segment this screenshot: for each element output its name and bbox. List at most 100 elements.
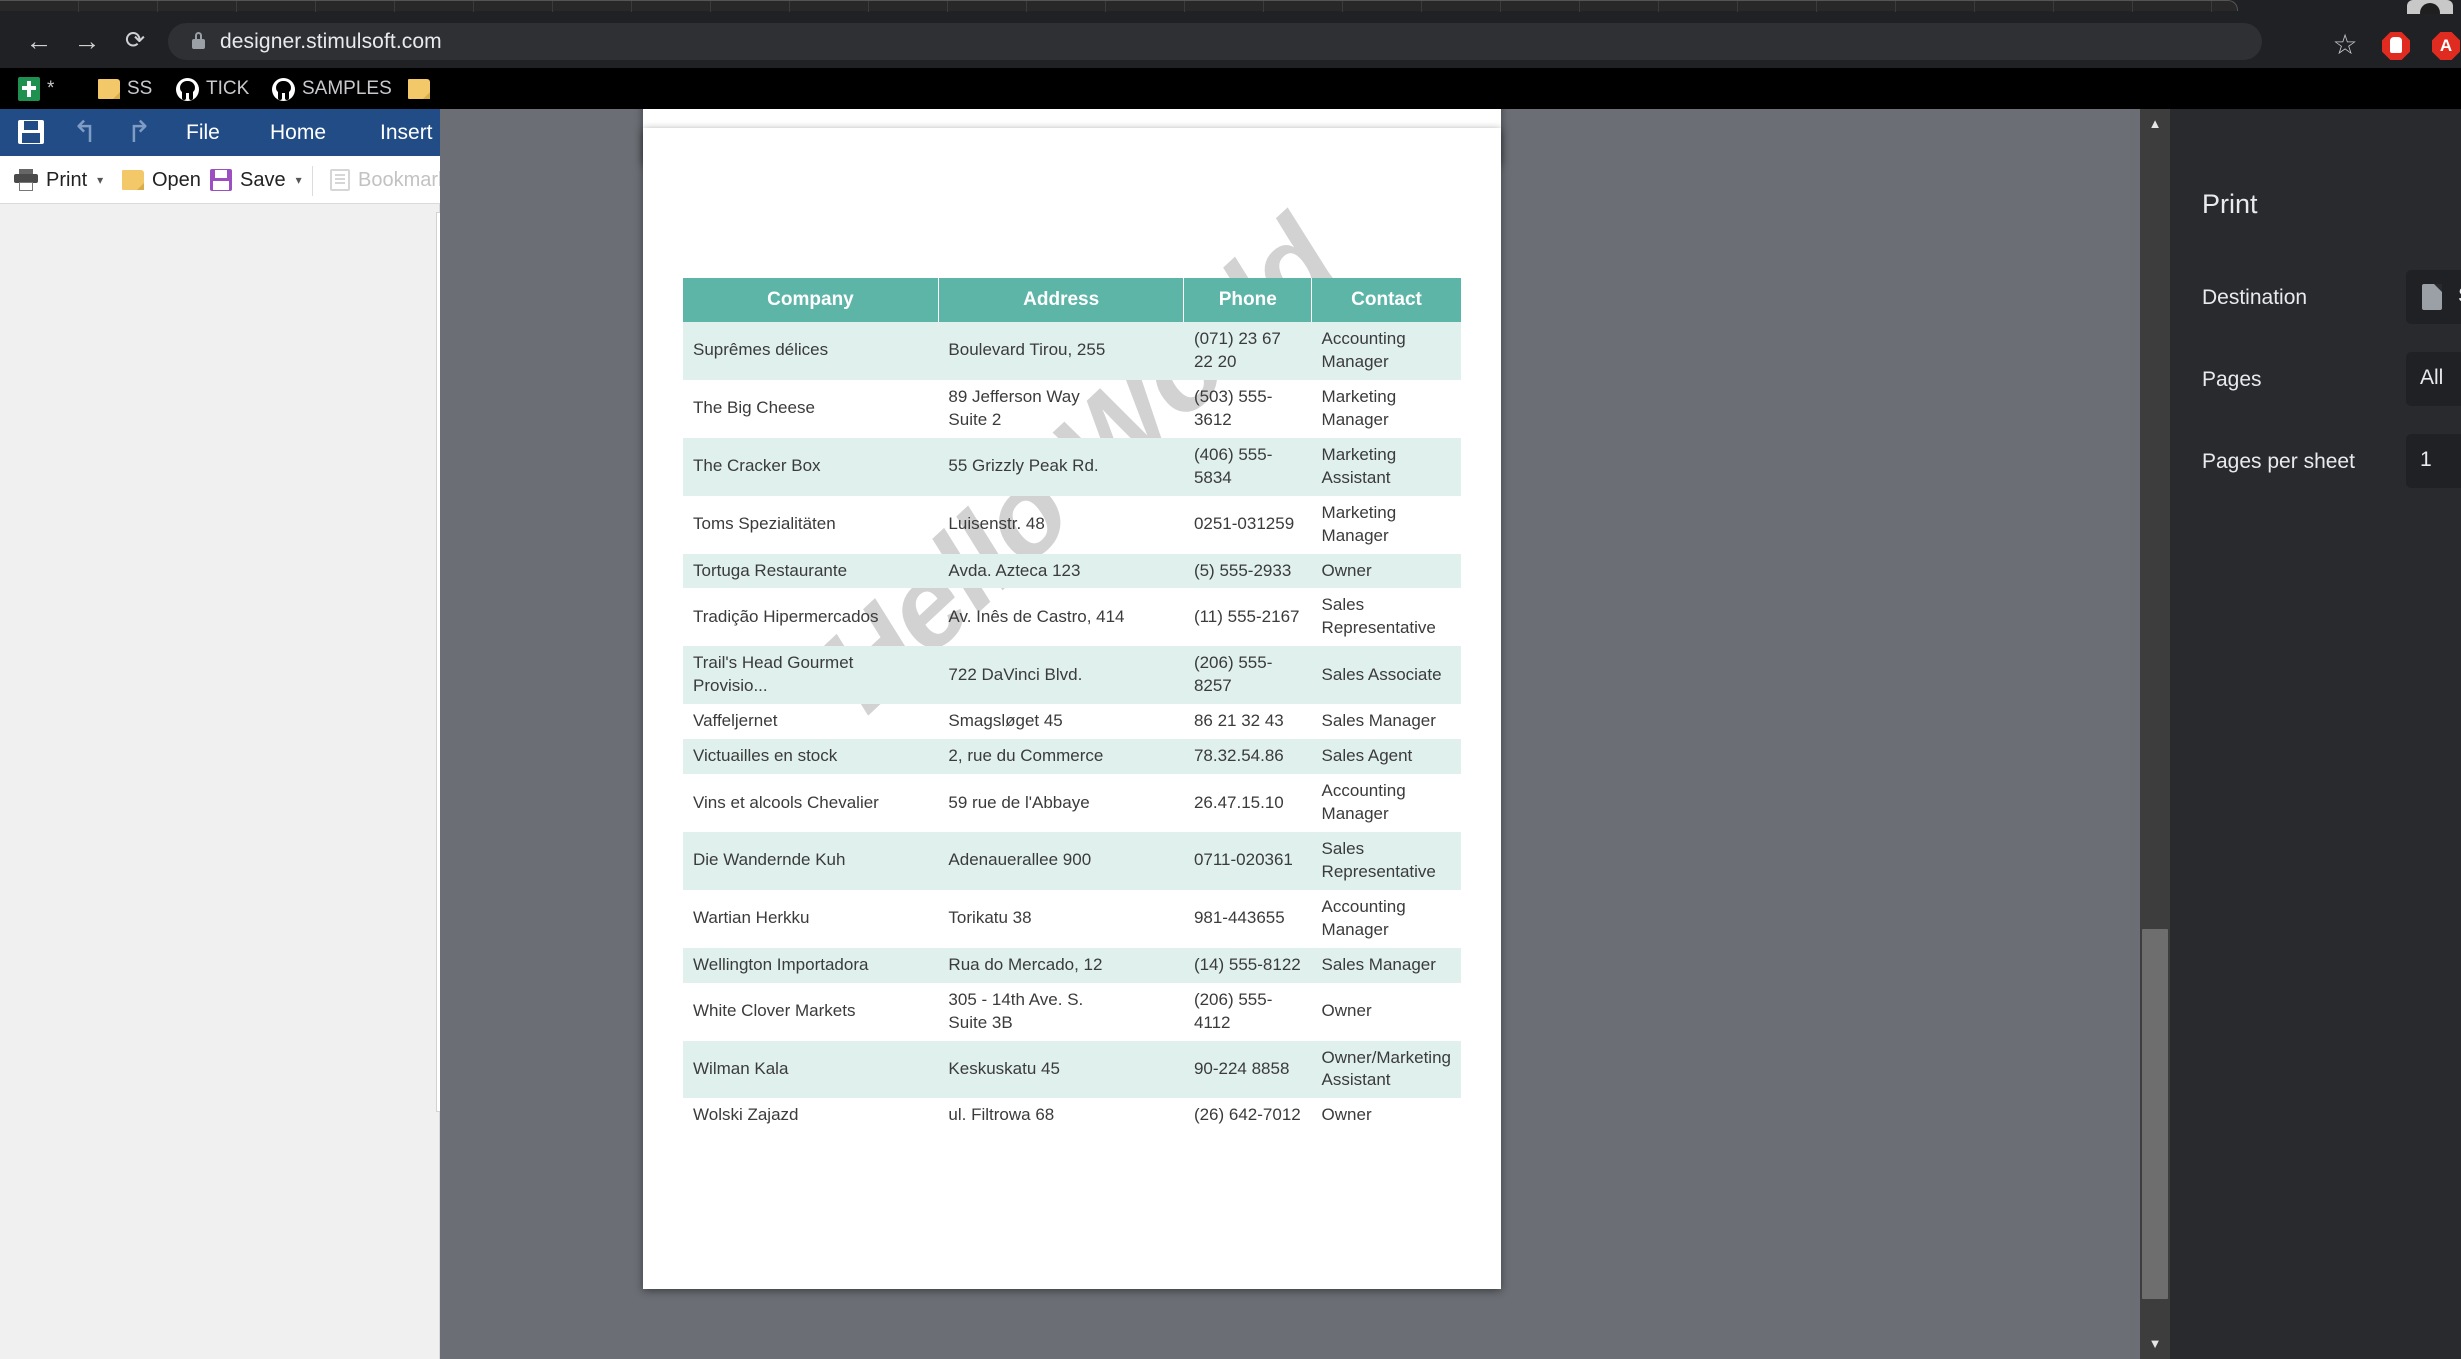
open-label: Open [152, 168, 201, 191]
table-cell: (206) 555-4112 [1193, 989, 1273, 1032]
table-cell: Sales Manager [1321, 711, 1436, 731]
table-cell: 305 - 14th Ave. S. Suite 3B [948, 989, 1084, 1032]
chevron-down-icon[interactable]: ▾ [97, 173, 103, 187]
table-cell: (11) 555-2167 [1193, 606, 1300, 626]
back-icon[interactable]: ← [22, 24, 56, 58]
folder-icon [408, 79, 430, 99]
table-cell: Avda. Azteca 123 [938, 553, 1184, 589]
table-cell: Owner [1321, 1001, 1372, 1021]
table-cell: (5) 555-2933 [1183, 553, 1312, 589]
pages-value: All [2420, 366, 2444, 389]
table-row: Wolski Zajazd ul. Filtrowa 68 (26) 642-701… [683, 1098, 1461, 1133]
table-row: The Cracker Box 55 Grizzly Peak Rd. (406) … [683, 437, 1461, 496]
browser-tab-strip[interactable] [0, 0, 2461, 23]
destination-row: Destination Save as PDF [2170, 270, 2461, 330]
table-cell: Luisenstr. 48 [948, 514, 1045, 534]
table-cell: Av. Inês de Castro, 414 [948, 606, 1125, 626]
table-row: Wilman Kala Keskuskatu 45 90-224 8858 Owner… [683, 1040, 1461, 1099]
bookmark-ss[interactable]: SS [98, 76, 152, 102]
scroll-up-icon[interactable]: ▲ [2140, 109, 2170, 139]
bookmark-label: TICK [206, 78, 250, 99]
pages-per-sheet-row: Pages per sheet 1 [2170, 434, 2461, 494]
table-cell: Sales Agent [1311, 739, 1461, 775]
redo-icon[interactable]: ↱ [126, 118, 152, 148]
chevron-down-icon[interactable]: ▾ [296, 173, 302, 187]
folder-icon [98, 79, 120, 99]
table-row: Tradição Hipermercados Av. Inês de Castro… [683, 588, 1461, 646]
table-cell: Owner [1321, 1105, 1372, 1125]
preview-pages[interactable]: Page 2 of 3 Hello World Company Address … [440, 109, 2140, 1359]
table-cell: The Big Cheese [693, 398, 815, 418]
pages-select[interactable]: All [2406, 352, 2461, 406]
table-row: Victuailles en stock 2, rue du Commerce 78… [683, 739, 1461, 775]
table-cell: Boulevard Tirou, 255 [938, 322, 1184, 380]
tab-ticks [0, 1, 2238, 12]
table-cell: Rua do Mercado, 12 [938, 947, 1184, 983]
table-cell: (14) 555-8122 [1183, 947, 1312, 983]
forward-icon[interactable]: → [70, 24, 104, 58]
pages-row: Pages All [2170, 352, 2461, 412]
table-cell: Sales Representative [1311, 831, 1461, 890]
table-cell: Accounting Manager [1321, 896, 1406, 939]
scroll-down-icon[interactable]: ▼ [2140, 1329, 2170, 1359]
table-cell: 981-443655 [1193, 908, 1285, 928]
adblock-icon[interactable] [2382, 32, 2410, 60]
table-row: Die Wandernde Kuh Adenauerallee 900 0711-0… [683, 831, 1461, 890]
github-icon [176, 77, 199, 101]
open-button[interactable]: Open [122, 166, 201, 194]
table-row: Trail's Head Gourmet Provisio... 722 DaVi… [683, 646, 1461, 705]
preview-scrollbar[interactable]: ▲ ▼ [2140, 109, 2170, 1359]
active-tab[interactable] [0, 0, 2238, 12]
table-cell: (406) 555-5834 [1183, 437, 1312, 496]
save-button[interactable]: Save ▾ [210, 166, 302, 194]
tab-home[interactable]: Home [270, 119, 326, 147]
address-bar[interactable]: designer.stimulsoft.com [168, 23, 2262, 60]
tab-insert[interactable]: Insert [380, 119, 433, 147]
destination-select[interactable]: Save as PDF [2406, 270, 2461, 324]
bookmark-sheets[interactable]: * [18, 76, 54, 102]
url-text: designer.stimulsoft.com [220, 30, 442, 53]
table-cell: Marketing Assistant [1311, 437, 1461, 496]
report-table: Company Address Phone Contact Suprêmes d… [683, 278, 1461, 1133]
table-cell: Wartian Herkku [693, 908, 810, 928]
undo-icon[interactable]: ↰ [72, 118, 98, 148]
table-row: Toms Spezialitäten Luisenstr. 48 0251-0312… [683, 496, 1461, 554]
tab-file[interactable]: File [186, 119, 220, 147]
table-cell: 89 Jefferson Way Suite 2 [948, 386, 1080, 429]
column-header-phone: Phone [1183, 278, 1313, 322]
table-header-row: Company Address Phone Contact [683, 278, 1461, 322]
table-cell: ul. Filtrowa 68 [948, 1105, 1055, 1125]
table-cell: (503) 555-3612 [1193, 386, 1273, 429]
table-cell: 86 21 32 43 [1193, 711, 1284, 731]
table-cell: 2, rue du Commerce [938, 739, 1184, 775]
bookmarks-icon [330, 169, 350, 191]
bookmark-samples[interactable]: SAMPLES [272, 76, 392, 102]
table-row: Wellington Importadora Rua do Mercado, 12… [683, 947, 1461, 983]
bookmark-folder[interactable] [408, 76, 437, 102]
scrollbar-thumb[interactable] [2142, 929, 2168, 1299]
table-cell: 26.47.15.10 [1193, 792, 1284, 812]
table-row: Vins et alcools Chevalier 59 rue de l'Abb… [683, 774, 1461, 832]
bookmarks-bar: * SS TICK SAMPLES [0, 68, 2461, 109]
star-icon[interactable]: ☆ [2330, 30, 2360, 60]
extension-icon[interactable]: A [2432, 32, 2460, 60]
pages-per-sheet-select[interactable]: 1 [2406, 434, 2461, 488]
pages-per-sheet-value: 1 [2420, 448, 2432, 471]
table-row: Tortuga Restaurante Avda. Azteca 123 (5) 5… [683, 553, 1461, 589]
browser-toolbar: ← → ⟳ designer.stimulsoft.com ☆ A [0, 14, 2461, 68]
destination-label: Destination [2202, 286, 2308, 309]
pdf-file-icon [2422, 284, 2442, 310]
bookmarks-pane [0, 204, 686, 1359]
reload-icon[interactable]: ⟳ [118, 24, 152, 58]
save-floppy-icon[interactable] [18, 120, 44, 146]
table-cell: Vaffeljernet [693, 711, 778, 731]
print-button[interactable]: Print ▾ [14, 166, 103, 194]
table-cell: Accounting Manager [1321, 781, 1406, 823]
table-cell: Marketing Manager [1321, 502, 1397, 545]
bookmark-tick[interactable]: TICK [176, 76, 249, 102]
print-settings-panel: Print 3 pages Destination Save as PDF Pa… [2170, 109, 2461, 1359]
screen: ← → ⟳ designer.stimulsoft.com ☆ A * SS T… [0, 0, 2461, 1359]
table-row: Vaffeljernet Smagsløget 45 86 21 32 43 Sale… [683, 704, 1461, 739]
save-floppy-icon [210, 169, 232, 191]
table-cell: Sales Associate [1311, 646, 1461, 705]
